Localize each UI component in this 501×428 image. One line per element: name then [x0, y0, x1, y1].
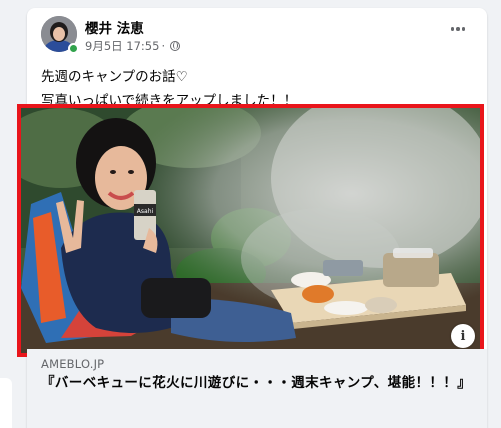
left-rail [0, 0, 14, 428]
post-meta: 9月5日 17:55 · [85, 38, 181, 54]
post-date[interactable]: 9月5日 17:55 [85, 38, 159, 54]
link-domain: AMEBLO.JP [41, 357, 105, 371]
link-preview-image[interactable]: Asahi i [17, 104, 484, 357]
can-label: Asahi [137, 208, 154, 215]
info-icon[interactable]: i [451, 324, 475, 348]
link-preview-footer[interactable]: AMEBLO.JP 『バーベキューに花火に川遊びに・・・週末キャンプ、堪能！！！… [27, 349, 487, 428]
link-title[interactable]: 『バーベキューに花火に川遊びに・・・週末キャンプ、堪能！！！』 [41, 374, 481, 393]
post-text-line-1: 先週のキャンプのお話♡ [41, 69, 188, 85]
meta-separator: · [161, 39, 166, 53]
online-status-dot [68, 43, 79, 54]
more-options-icon[interactable] [450, 27, 465, 31]
adjacent-card [0, 378, 12, 428]
author-name[interactable]: 櫻井 法恵 [85, 17, 144, 37]
globe-icon[interactable] [170, 41, 181, 51]
camping-photo: Asahi [21, 108, 480, 353]
facebook-post: 櫻井 法恵 9月5日 17:55 · 先週のキャンプのお話♡ 写真いっぱいで続き… [17, 8, 487, 428]
